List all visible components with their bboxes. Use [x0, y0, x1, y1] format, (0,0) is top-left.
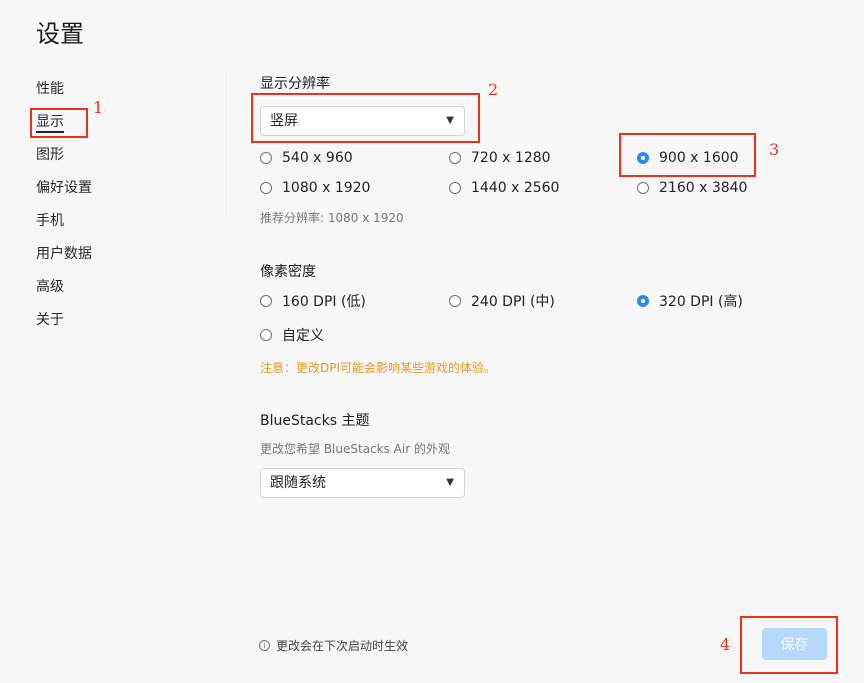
radio-icon	[449, 295, 461, 307]
nav-divider	[226, 72, 227, 218]
radio-icon	[637, 182, 649, 194]
nav-item-performance[interactable]: 性能	[36, 78, 92, 111]
annotation-number-4: 4	[720, 635, 731, 654]
theme-hint: 更改您希望 BlueStacks Air 的外观	[260, 442, 450, 456]
annotation-box-1	[30, 108, 88, 138]
resolution-option-2160x3840[interactable]: 2160 x 3840	[637, 180, 747, 196]
radio-icon	[260, 329, 272, 341]
annotation-box-4	[740, 616, 838, 674]
nav-item-user-data[interactable]: 用户数据	[36, 243, 92, 276]
annotation-number-3: 3	[769, 140, 780, 159]
density-option-custom[interactable]: 自定义	[260, 325, 324, 345]
nav-item-about[interactable]: 关于	[36, 309, 92, 342]
restart-note: i 更改会在下次启动时生效	[259, 637, 408, 654]
radio-checked-icon	[637, 295, 649, 307]
annotation-number-1: 1	[93, 98, 104, 117]
density-option-240[interactable]: 240 DPI (中)	[449, 291, 555, 311]
radio-icon	[260, 152, 272, 164]
resolution-option-1080x1920[interactable]: 1080 x 1920	[260, 180, 370, 196]
page-title: 设置	[36, 20, 84, 48]
annotation-box-2	[251, 93, 480, 143]
theme-value: 跟随系统	[270, 475, 326, 491]
radio-icon	[260, 295, 272, 307]
annotation-number-2: 2	[488, 80, 499, 99]
resolution-label: 显示分辨率	[260, 76, 330, 92]
info-icon: i	[259, 640, 270, 651]
radio-icon	[449, 152, 461, 164]
resolution-option-720x1280[interactable]: 720 x 1280	[449, 150, 551, 166]
nav-item-preferences[interactable]: 偏好设置	[36, 177, 92, 210]
nav-item-graphics[interactable]: 图形	[36, 144, 92, 177]
resolution-option-540x960[interactable]: 540 x 960	[260, 150, 353, 166]
annotation-box-3	[619, 133, 756, 177]
resolution-option-1440x2560[interactable]: 1440 x 2560	[449, 180, 559, 196]
chevron-down-icon: ▼	[446, 477, 454, 488]
theme-label: BlueStacks 主题	[260, 413, 370, 429]
density-option-160[interactable]: 160 DPI (低)	[260, 291, 366, 311]
nav-item-phone[interactable]: 手机	[36, 210, 92, 243]
dpi-warning: 注意：更改DPI可能会影响某些游戏的体验。	[260, 361, 497, 375]
density-option-320[interactable]: 320 DPI (高)	[637, 291, 743, 311]
density-label: 像素密度	[260, 264, 316, 280]
nav-item-advanced[interactable]: 高级	[36, 276, 92, 309]
recommended-resolution: 推荐分辨率: 1080 x 1920	[260, 211, 404, 225]
radio-icon	[260, 182, 272, 194]
radio-icon	[449, 182, 461, 194]
theme-select[interactable]: 跟随系统 ▼	[260, 468, 465, 498]
